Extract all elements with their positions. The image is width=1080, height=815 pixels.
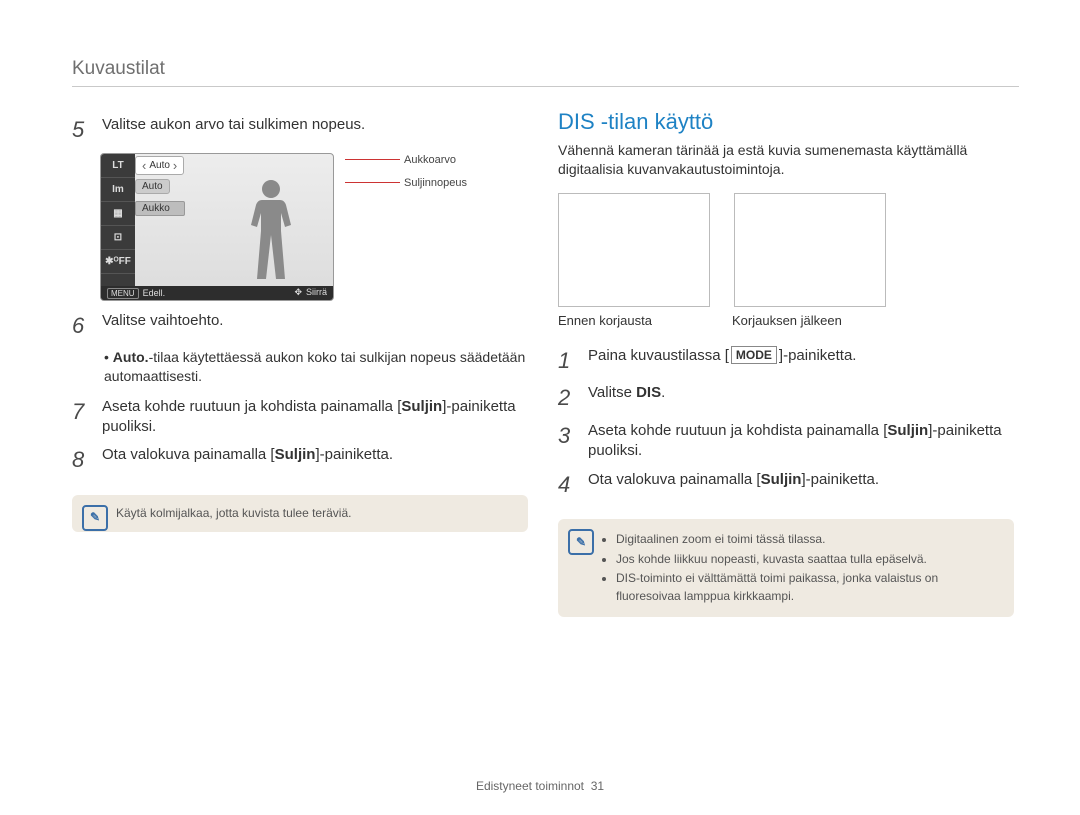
lcd-row-aukko: Aukko [135, 201, 185, 216]
bullet-rest: -tilaa käytettäessä aukon koko tai sulki… [104, 349, 525, 383]
info-icon: ✎ [568, 529, 594, 555]
lcd-frame: LT Im ▦ ⊡ ✱ᴼFF ‹Auto› Auto Aukko [100, 153, 334, 301]
step-text: Aseta kohde ruutuun ja kohdista painamal… [588, 421, 1014, 462]
thumb-before [558, 193, 710, 307]
step-number: 6 [72, 311, 92, 341]
lcd-callouts: Aukkoarvo Suljinnopeus [345, 153, 467, 189]
callout-aperture: Aukkoarvo [404, 154, 456, 166]
person-silhouette [247, 178, 295, 288]
page-footer: Edistyneet toiminnot 31 [0, 779, 1080, 793]
lcd-icon: ✱ᴼFF [101, 250, 135, 274]
dis-step-1: 1 Paina kuvaustilassa [MODE]-painiketta. [558, 346, 1014, 376]
step-text: Paina kuvaustilassa [MODE]-painiketta. [588, 346, 856, 376]
step-number: 5 [72, 115, 92, 145]
lcd-row-auto-1: ‹Auto› [135, 156, 184, 175]
step-text: Valitse DIS. [588, 383, 665, 413]
menu-badge: MENU [107, 288, 139, 299]
step-text: Aseta kohde ruutuun ja kohdista painamal… [102, 397, 528, 438]
step-number: 1 [558, 346, 578, 376]
info-icon: ✎ [82, 505, 108, 531]
step-text: Valitse vaihtoehto. [102, 311, 223, 341]
right-column: DIS -tilan käyttö Vähennä kameran tärinä… [558, 109, 1014, 617]
dis-step-2: 2 Valitse DIS. [558, 383, 1014, 413]
step-text: Ota valokuva painamalla [Suljin]-painike… [588, 470, 879, 500]
step-5: 5 Valitse aukon arvo tai sulkimen nopeus… [72, 115, 528, 145]
lcd-siirra: Siirrä [306, 287, 327, 297]
step-text: Valitse aukon arvo tai sulkimen nopeus. [102, 115, 365, 145]
step-8: 8 Ota valokuva painamalla [Suljin]-paini… [72, 445, 528, 475]
dis-step-4: 4 Ota valokuva painamalla [Suljin]-paini… [558, 470, 1014, 500]
step-number: 8 [72, 445, 92, 475]
lcd-edell: Edell. [143, 288, 166, 298]
lcd-row-auto-2: Auto [135, 179, 170, 194]
page-section-title: Kuvaustilat [72, 58, 1019, 87]
step-6: 6 Valitse vaihtoehto. [72, 311, 528, 341]
tip-box-right: ✎ Digitaalinen zoom ei toimi tässä tilas… [558, 519, 1014, 617]
lcd-icon: ⊡ [101, 226, 135, 250]
thumb-after-label: Korjauksen jälkeen [732, 313, 882, 328]
step-number: 4 [558, 470, 578, 500]
callout-shutter: Suljinnopeus [404, 177, 467, 189]
step-number: 7 [72, 397, 92, 438]
mode-badge: MODE [731, 346, 777, 364]
footer-page: 31 [591, 779, 604, 793]
dis-description: Vähennä kameran tärinää ja estä kuvia su… [558, 141, 1014, 179]
left-column: 5 Valitse aukon arvo tai sulkimen nopeus… [72, 109, 528, 617]
tip-item: Digitaalinen zoom ei toimi tässä tilassa… [616, 531, 1000, 548]
dis-step-3: 3 Aseta kohde ruutuun ja kohdista painam… [558, 421, 1014, 462]
lcd-icon: LT [101, 154, 135, 178]
lcd-screenshot: LT Im ▦ ⊡ ✱ᴼFF ‹Auto› Auto Aukko [100, 153, 405, 301]
lcd-auto-label: Auto [149, 160, 170, 171]
lcd-icon: ▦ [101, 202, 135, 226]
thumb-after [734, 193, 886, 307]
step-text: Ota valokuva painamalla [Suljin]-painike… [102, 445, 393, 475]
step-6-bullet: Auto.-tilaa käytettäessä aukon koko tai … [104, 348, 528, 384]
tip-item: DIS-toiminto ei välttämättä toimi paikas… [616, 570, 1000, 605]
dis-title: DIS -tilan käyttö [558, 109, 1014, 135]
step-7: 7 Aseta kohde ruutuun ja kohdista painam… [72, 397, 528, 438]
footer-label: Edistyneet toiminnot [476, 779, 584, 793]
tip-box-left: ✎ Käytä kolmijalkaa, jotta kuvista tulee… [72, 495, 528, 532]
lcd-auto-label: Auto [142, 181, 163, 192]
tip-text: Käytä kolmijalkaa, jotta kuvista tulee t… [116, 506, 351, 520]
lcd-left-iconbar: LT Im ▦ ⊡ ✱ᴼFF [101, 154, 135, 300]
lcd-icon: Im [101, 178, 135, 202]
step-number: 3 [558, 421, 578, 462]
tip-item: Jos kohde liikkuu nopeasti, kuvasta saat… [616, 551, 1000, 568]
bullet-bold: Auto. [113, 349, 149, 365]
step-number: 2 [558, 383, 578, 413]
dis-thumbnails [558, 193, 1014, 307]
thumb-before-label: Ennen korjausta [558, 313, 708, 328]
lcd-bottom-bar: MENUEdell. ✥Siirrä [101, 286, 333, 300]
